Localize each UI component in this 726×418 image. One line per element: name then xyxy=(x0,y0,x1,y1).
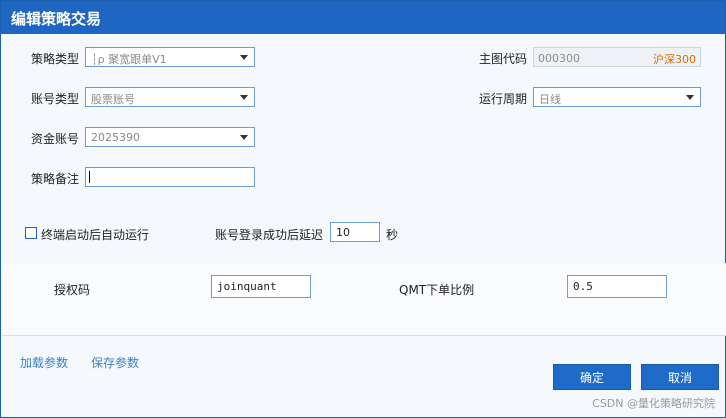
account-type-value: 股票账号 xyxy=(91,93,135,106)
remark-input[interactable] xyxy=(85,167,255,187)
title-bar: 编辑策略交易 xyxy=(1,1,725,34)
chevron-down-icon xyxy=(240,55,248,60)
watermark: CSDN @量化策略研究院 xyxy=(592,397,715,410)
auth-code-value: joinquant xyxy=(217,280,277,293)
fund-account-select[interactable]: 2025390 xyxy=(85,127,255,147)
run-period-select[interactable]: 日线 xyxy=(533,87,701,107)
auth-code-label: 授权码 xyxy=(54,283,91,297)
fund-account-value: 2025390 xyxy=(91,131,140,144)
cancel-button[interactable]: 取消 xyxy=(641,364,719,390)
dialog-title: 编辑策略交易 xyxy=(11,10,102,28)
run-period-value: 日线 xyxy=(539,93,561,106)
account-type-label: 账号类型 xyxy=(31,92,80,106)
qmt-ratio-input[interactable]: 0.5 xyxy=(567,275,667,298)
qmt-ratio-label: QMT下单比例 xyxy=(399,283,475,297)
login-delay-value: 10 xyxy=(336,226,350,239)
chevron-down-icon xyxy=(240,95,248,100)
strategy-type-label: 策略类型 xyxy=(31,52,80,66)
chart-code-label: 主图代码 xyxy=(479,52,528,66)
account-type-select[interactable]: 股票账号 xyxy=(85,87,255,107)
remark-label: 策略备注 xyxy=(31,172,80,186)
auth-code-input[interactable]: joinquant xyxy=(211,275,311,298)
login-delay-label: 账号登录成功后延迟 xyxy=(215,228,324,242)
fund-account-label: 资金账号 xyxy=(31,132,80,146)
login-delay-unit: 秒 xyxy=(386,228,399,242)
run-period-label: 运行周期 xyxy=(479,92,528,106)
text-cursor xyxy=(89,171,90,183)
divider xyxy=(2,335,726,336)
chart-code-field[interactable]: 000300 沪深300 xyxy=(533,47,701,67)
chevron-down-icon xyxy=(686,95,694,100)
login-delay-input[interactable]: 10 xyxy=(330,222,380,242)
ok-button[interactable]: 确定 xyxy=(553,364,631,390)
chart-code-market: 沪深300 xyxy=(653,53,696,66)
strategy-type-value: ┆ρ 聚宽跟单V1 xyxy=(91,53,167,66)
param-panel: 授权码 joinquant QMT下单比例 0.5 xyxy=(2,263,726,335)
edit-strategy-dialog: 编辑策略交易 策略类型 ┆ρ 聚宽跟单V1 账号类型 股票账号 资金账号 202… xyxy=(0,0,726,418)
strategy-type-select[interactable]: ┆ρ 聚宽跟单V1 xyxy=(85,47,255,67)
chevron-down-icon xyxy=(240,135,248,140)
auto-run-checkbox[interactable] xyxy=(25,227,37,239)
load-params-link[interactable]: 加载参数 xyxy=(20,354,68,371)
auto-run-label: 终端启动后自动运行 xyxy=(41,228,150,242)
qmt-ratio-value: 0.5 xyxy=(573,280,593,293)
chart-code-value: 000300 xyxy=(538,52,580,65)
save-params-link[interactable]: 保存参数 xyxy=(91,354,139,371)
